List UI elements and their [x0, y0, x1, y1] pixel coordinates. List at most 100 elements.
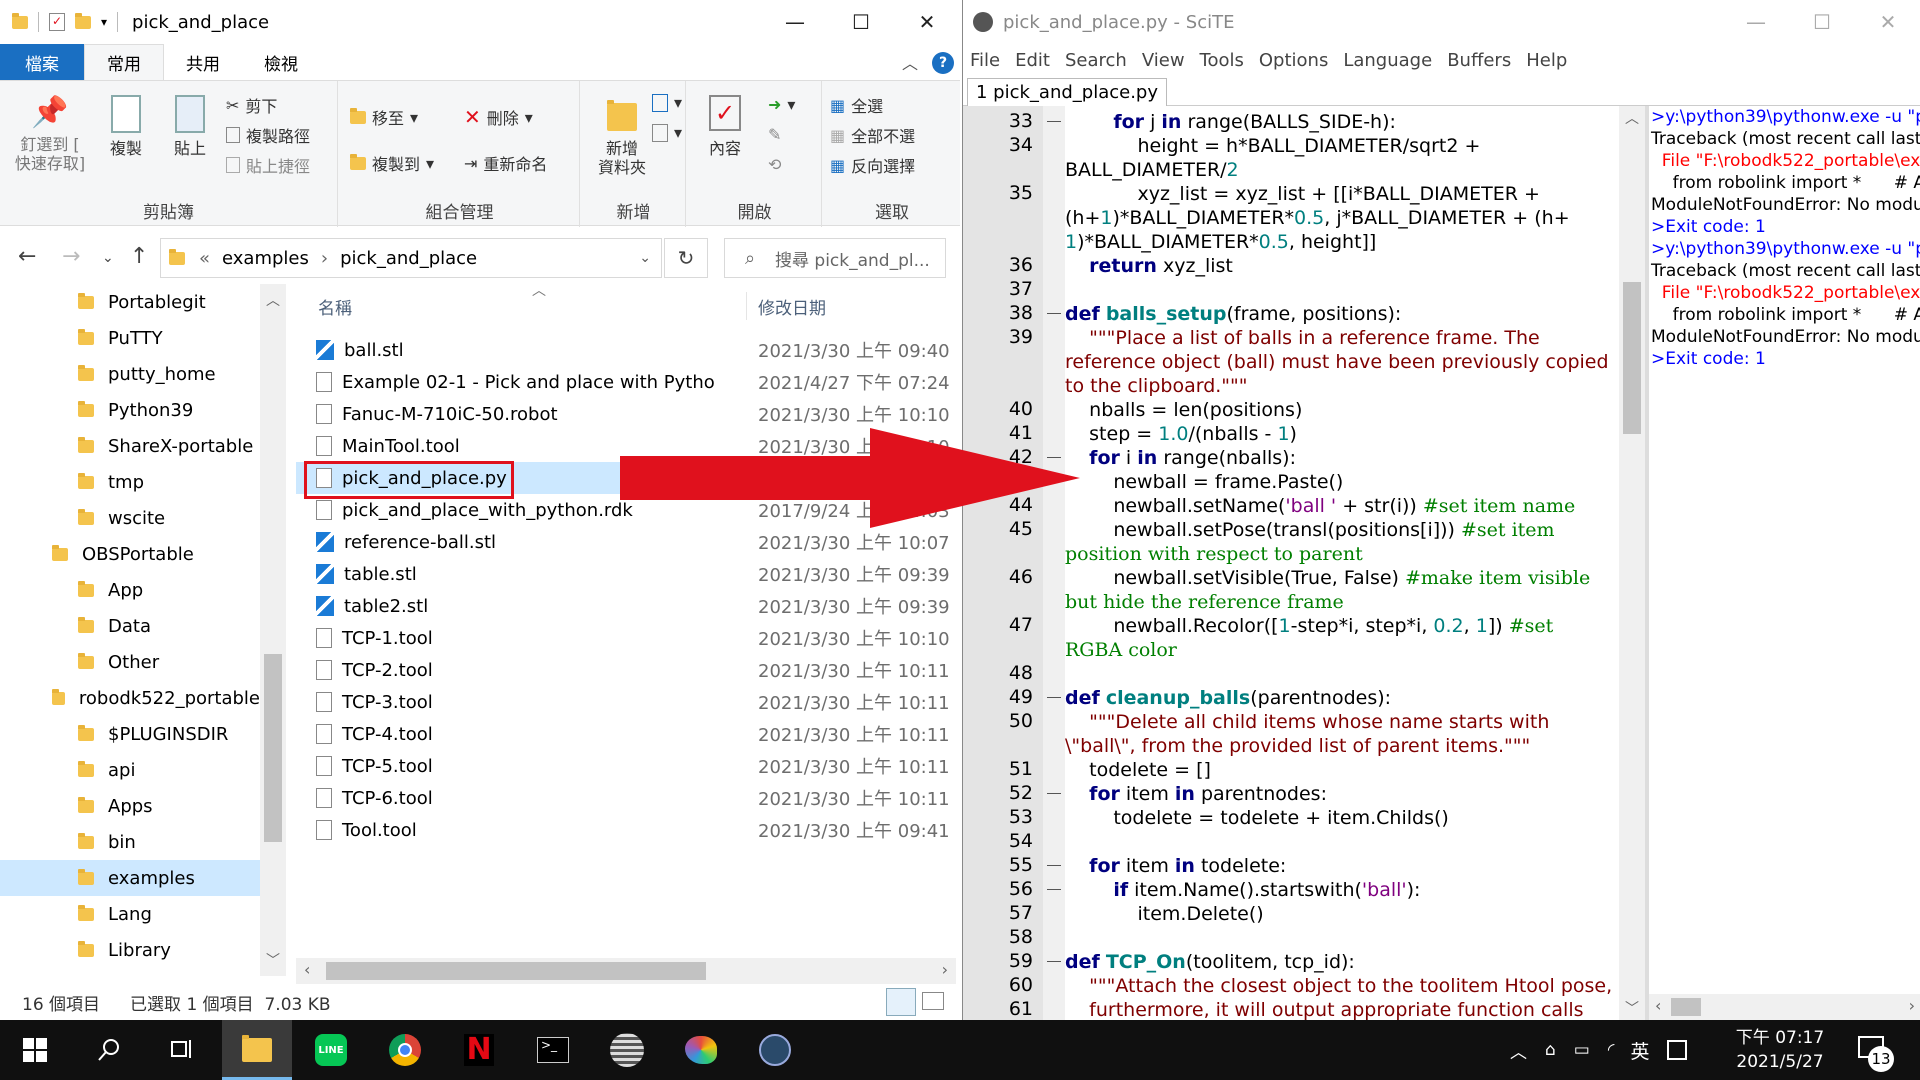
wifi-icon[interactable]: ◜ [1608, 1040, 1615, 1060]
ime-mode-icon[interactable] [1667, 1040, 1688, 1060]
fold-marker-icon[interactable] [1047, 889, 1061, 890]
file-row[interactable]: TCP-5.tool 2021/3/30 上午 10:11 [296, 750, 950, 782]
scite-close-button[interactable]: ✕ [1855, 0, 1920, 44]
editor-scroll-down-icon[interactable]: ﹀ [1625, 998, 1639, 1018]
invert-selection-button[interactable]: ▦ 反向選擇 [830, 153, 915, 177]
chrome-icon[interactable] [370, 1020, 440, 1080]
nav-item[interactable]: putty_home [0, 356, 260, 392]
output-scroll-right-icon[interactable]: › [1909, 996, 1915, 1015]
nav-item[interactable]: Math [0, 968, 260, 977]
menu-item[interactable]: Language [1343, 50, 1432, 71]
back-arrow-icon[interactable]: ← [18, 244, 36, 269]
minimize-button[interactable]: — [762, 0, 828, 44]
editor-scroll-up-icon[interactable]: ︿ [1625, 108, 1639, 128]
menu-item[interactable]: Help [1526, 50, 1567, 71]
paste-button[interactable]: 貼上 [160, 95, 220, 158]
nav-item[interactable]: $PLUGINSDIR [0, 716, 260, 752]
column-date-header[interactable]: 修改日期 [758, 294, 826, 319]
breadcrumb-pick-and-place[interactable]: pick_and_place [340, 248, 477, 269]
nav-item[interactable]: api [0, 752, 260, 788]
address-bar[interactable]: « examples › pick_and_place ⌄ [160, 238, 662, 278]
menu-item[interactable]: Search [1065, 50, 1127, 71]
fold-marker-icon[interactable] [1047, 865, 1061, 866]
help-icon[interactable]: ? [932, 52, 954, 74]
fold-marker-icon[interactable] [1047, 313, 1061, 314]
hscroll-thumb[interactable] [326, 962, 706, 980]
editor-scroll-thumb[interactable] [1623, 282, 1641, 434]
line-icon[interactable]: LINE [296, 1020, 366, 1080]
menu-item[interactable]: Buffers [1447, 50, 1511, 71]
properties-quick-icon[interactable]: ✓ [49, 13, 65, 31]
nav-item[interactable]: App [0, 572, 260, 608]
nav-item[interactable]: wscite [0, 500, 260, 536]
properties-button[interactable]: ✓ 內容 [700, 95, 750, 158]
battery-icon[interactable]: ▭ [1574, 1040, 1590, 1060]
rename-button[interactable]: ⇥ 重新命名 [464, 151, 547, 175]
column-name-header[interactable]: 名稱 [318, 294, 352, 319]
select-none-button[interactable]: ▦ 全部不選 [830, 123, 915, 147]
tab-pick-and-place[interactable]: 1 pick_and_place.py [967, 78, 1168, 106]
breadcrumb-examples[interactable]: examples [222, 248, 309, 269]
code-editor[interactable]: 33 for j in range(BALLS_SIDE-h): 34 heigh… [963, 106, 1619, 1020]
scrollbar-thumb[interactable] [264, 654, 282, 842]
scite-minimize-button[interactable]: — [1723, 0, 1789, 44]
tab-file[interactable]: 檔案 [0, 44, 84, 80]
fold-marker-icon[interactable] [1047, 121, 1061, 122]
menu-item[interactable]: Edit [1015, 50, 1050, 71]
file-row[interactable]: Example 02-1 - Pick and place with Pytho… [296, 366, 950, 398]
search-input[interactable]: ⌕ 搜尋 pick_and_pl... [724, 238, 946, 278]
refresh-button[interactable]: ↻ [664, 238, 708, 278]
file-row[interactable]: TCP-2.tool 2021/3/30 上午 10:11 [296, 654, 950, 686]
cut-button[interactable]: ✂ 剪下 [226, 93, 277, 117]
tab-view[interactable]: 檢視 [242, 44, 320, 80]
scroll-down-icon[interactable]: ﹀ [266, 950, 280, 970]
breadcrumb-overflow[interactable]: « [199, 248, 210, 269]
forward-arrow-icon[interactable]: → [62, 244, 80, 269]
large-icons-view-icon[interactable] [922, 992, 944, 1010]
move-to-button[interactable]: 移至 ▾ [350, 105, 418, 129]
output-hscrollbar[interactable]: ‹ › [1649, 994, 1920, 1020]
notification-center-button[interactable]: 13 [1854, 1030, 1894, 1072]
file-row[interactable]: ball.stl 2021/3/30 上午 09:40 [296, 334, 950, 366]
nav-item[interactable]: bin [0, 824, 260, 860]
nav-item[interactable]: Library [0, 932, 260, 968]
globe-app-icon[interactable] [592, 1020, 662, 1080]
new-folder-quick-icon[interactable] [75, 12, 91, 29]
nav-item[interactable]: PuTTY [0, 320, 260, 356]
nav-item[interactable]: tmp [0, 464, 260, 500]
netflix-icon[interactable]: N [444, 1020, 514, 1080]
nav-item[interactable]: ShareX-portable [0, 428, 260, 464]
nav-item[interactable]: Apps [0, 788, 260, 824]
paint-icon[interactable] [666, 1020, 736, 1080]
collapse-ribbon-icon[interactable]: ︿ [902, 50, 918, 74]
select-all-button[interactable]: ▦ 全選 [830, 93, 883, 117]
tab-share[interactable]: 共用 [164, 44, 242, 80]
maximize-button[interactable]: ☐ [828, 0, 894, 44]
menu-item[interactable]: View [1142, 50, 1185, 71]
menu-item[interactable]: Tools [1200, 50, 1244, 71]
tab-home[interactable]: 常用 [84, 44, 164, 80]
copy-to-button[interactable]: 複製到 ▾ [350, 151, 434, 175]
file-row[interactable]: TCP-1.tool 2021/3/30 上午 10:10 [296, 622, 950, 654]
nav-item[interactable]: Other [0, 644, 260, 680]
copy-path-button[interactable]: 複製路徑 [226, 123, 310, 147]
scite-maximize-button[interactable]: ☐ [1789, 0, 1855, 44]
customize-quick-access-icon[interactable]: ▾ [101, 15, 107, 29]
nav-item[interactable]: Lang [0, 896, 260, 932]
scroll-left-icon[interactable]: ‹ [304, 960, 310, 979]
easy-access-button[interactable]: ▾ [652, 123, 682, 142]
output-pane[interactable]: >y:\python39\pythonw.exe -u "p Traceback … [1649, 106, 1920, 994]
file-row[interactable]: Fanuc-M-710iC-50.robot 2021/3/30 上午 10:10 [296, 398, 950, 430]
editor-vscrollbar[interactable]: ︿ ﹀ [1619, 106, 1645, 1020]
fold-marker-icon[interactable] [1047, 793, 1061, 794]
windows-start-icon[interactable] [0, 1020, 70, 1080]
copy-button[interactable]: 複製 [96, 95, 156, 158]
show-hidden-icons-icon[interactable]: ︿ [1510, 1038, 1527, 1063]
delete-button[interactable]: ✕ 刪除 ▾ [464, 105, 533, 129]
terminal-icon[interactable]: >_ [518, 1020, 588, 1080]
file-row[interactable]: table2.stl 2021/3/30 上午 09:39 [296, 590, 950, 622]
details-view-icon[interactable] [886, 988, 916, 1016]
device-icon[interactable]: ⌂ [1545, 1040, 1556, 1060]
file-row[interactable]: TCP-4.tool 2021/3/30 上午 10:11 [296, 718, 950, 750]
file-row[interactable]: Tool.tool 2021/3/30 上午 09:41 [296, 814, 950, 846]
